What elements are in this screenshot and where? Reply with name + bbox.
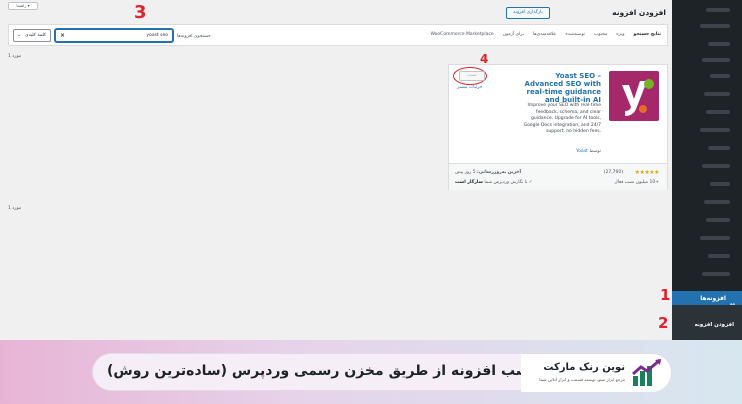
- brand-box: نوین رنک مارکت مرجع ابزار سئو، توسعه قسم…: [521, 354, 671, 392]
- filter-tabs: نتایج جستجو ویژه محبوب توصیه‌شده علاقه‌م…: [430, 32, 661, 37]
- last-updated-label: آخرین به‌روزرسانی:: [477, 170, 522, 175]
- chevron-down-icon: ⌄: [17, 32, 22, 38]
- banner-pill: نصب افزونه از طریق مخزن رسمی وردپرس (ساد…: [92, 353, 672, 392]
- last-updated: آخرین به‌روزرسانی: 5 روز پیش: [455, 170, 521, 175]
- sidebar-item[interactable]: [672, 252, 742, 260]
- annotation-number: 1: [660, 286, 671, 304]
- plugin-author-prefix: توسط: [589, 149, 601, 154]
- tab-favorites[interactable]: علاقه‌مندی‌ها: [533, 32, 556, 37]
- rating-count: (27,760): [603, 170, 623, 175]
- sidebar-item[interactable]: [672, 180, 742, 188]
- main-content: راهنما ▾ افزودن افزونه بارگذاری افزونه ن…: [0, 0, 672, 340]
- tab-beta-testing[interactable]: برای آزمون: [503, 32, 524, 37]
- sidebar-item[interactable]: [672, 22, 742, 30]
- plugin-card-bottom: ★★★★★ (27,760) +10 میلیون نصب فعال آخرین…: [449, 163, 667, 190]
- search-input[interactable]: yoast seo ×: [55, 29, 173, 42]
- result-count-top: 1 مورد: [8, 54, 22, 59]
- plugin-icon: [729, 295, 736, 310]
- annotation-number: 3: [134, 2, 147, 23]
- plugin-author: Yoast توسط: [576, 149, 601, 154]
- sidebar-item[interactable]: [672, 108, 742, 116]
- annotation-number: 2: [658, 314, 669, 332]
- sidebar-item[interactable]: [672, 6, 742, 14]
- screenshot-root: راهنما ▾ افزودن افزونه بارگذاری افزونه ن…: [0, 0, 742, 404]
- sidebar-item[interactable]: [672, 270, 742, 278]
- search-value: yoast seo: [146, 33, 168, 38]
- sidebar-item-add-plugin[interactable]: افزودن افزونه: [695, 322, 735, 328]
- sidebar-item[interactable]: [672, 162, 742, 170]
- banner-headline: نصب افزونه از طریق مخزن رسمی وردپرس (ساد…: [107, 363, 535, 379]
- sidebar-item[interactable]: [672, 40, 742, 48]
- compat-prefix: با نگارش وردپرس شما: [484, 180, 528, 185]
- sidebar-item[interactable]: [672, 216, 742, 224]
- tab-search-results[interactable]: نتایج جستجو: [634, 32, 661, 37]
- result-count-bottom: 1 مورد: [8, 206, 22, 211]
- sidebar-item[interactable]: [672, 198, 742, 206]
- sidebar-item[interactable]: [672, 126, 742, 134]
- search-type-select[interactable]: کلمه کلیدی ⌄: [13, 29, 51, 42]
- last-updated-value: 5 روز پیش: [455, 170, 476, 175]
- more-details-link[interactable]: جزئیات بیشتر: [457, 85, 482, 90]
- sidebar-item[interactable]: [672, 56, 742, 64]
- sidebar-item[interactable]: [672, 144, 742, 152]
- admin-sidebar: افزونه‌ها افزودن افزونه: [672, 0, 742, 340]
- sidebar-item-plugins[interactable]: افزونه‌ها: [672, 291, 742, 310]
- install-now-button[interactable]: نصب: [459, 71, 485, 81]
- help-tab-button[interactable]: راهنما ▾: [8, 2, 38, 10]
- compatibility: ✓ با نگارش وردپرس شما سازگار است: [455, 180, 533, 185]
- star-rating: ★★★★★: [634, 169, 660, 176]
- sidebar-item[interactable]: [672, 72, 742, 80]
- sidebar-submenu: افزودن افزونه: [672, 305, 742, 340]
- search-type-value: کلمه کلیدی: [25, 33, 46, 38]
- plugin-filter-bar: نتایج جستجو ویژه محبوب توصیه‌شده علاقه‌م…: [8, 24, 668, 46]
- tab-popular[interactable]: محبوب: [594, 32, 607, 37]
- active-installs: +10 میلیون نصب فعال: [614, 180, 659, 185]
- sidebar-item[interactable]: [672, 90, 742, 98]
- yoast-logo-icon[interactable]: [609, 71, 659, 121]
- sidebar-item[interactable]: [672, 234, 742, 242]
- check-icon: ✓: [528, 180, 533, 185]
- plugin-card: Yoast SEO – Advanced SEO with real-time …: [448, 64, 668, 190]
- page-title: افزودن افزونه: [612, 8, 666, 17]
- annotation-number: 4: [480, 52, 489, 66]
- compat-value: سازگار است: [455, 180, 483, 185]
- article-banner: نصب افزونه از طریق مخزن رسمی وردپرس (ساد…: [0, 340, 742, 404]
- tab-woocommerce-marketplace[interactable]: WooCommerce Marketplace: [430, 32, 493, 37]
- sidebar-item-plugins-label: افزونه‌ها: [700, 294, 726, 302]
- tab-recommended[interactable]: توصیه‌شده: [565, 32, 585, 37]
- brand-tagline: مرجع ابزار سئو، توسعه قسمت و ابزار آنلای…: [539, 377, 625, 382]
- plugin-card-top: Yoast SEO – Advanced SEO with real-time …: [449, 65, 669, 163]
- clear-search-icon[interactable]: ×: [60, 30, 65, 41]
- search-label: جستجوی افزونه‌ها: [177, 34, 211, 39]
- plugin-author-link[interactable]: Yoast: [576, 149, 588, 154]
- upload-plugin-button[interactable]: بارگذاری افزونه: [506, 7, 550, 19]
- plugin-name-link[interactable]: Yoast SEO – Advanced SEO with real-time …: [519, 72, 601, 104]
- plugin-description: Improve your SEO with real-time feedback…: [523, 103, 601, 135]
- brand-name: نوین رنک مارکت: [543, 362, 625, 373]
- tab-featured[interactable]: ویژه: [616, 32, 624, 37]
- brand-logo-icon: [631, 358, 663, 388]
